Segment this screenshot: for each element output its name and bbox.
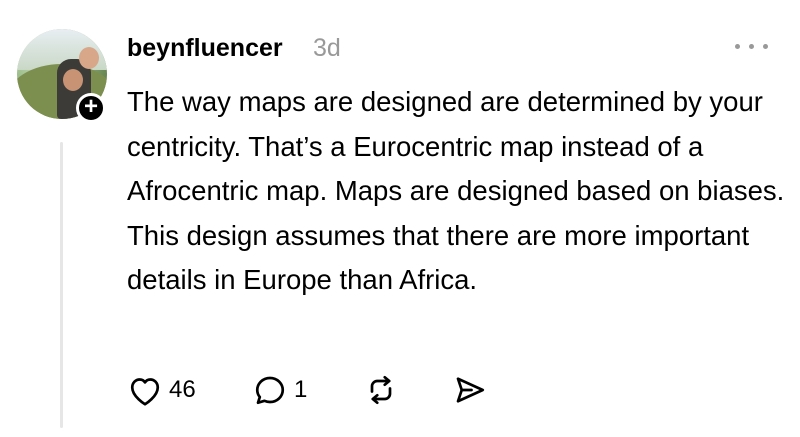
send-icon	[456, 377, 485, 403]
more-options-icon[interactable]	[733, 40, 773, 52]
heart-icon	[130, 378, 160, 406]
thread-line	[60, 142, 63, 428]
like-button[interactable]: 46	[127, 370, 196, 410]
comment-icon	[255, 376, 285, 405]
like-count: 46	[169, 376, 196, 403]
post-body: The way maps are designed are determined…	[127, 86, 785, 296]
follow-plus-icon[interactable]: +	[76, 93, 106, 123]
share-button[interactable]	[452, 370, 488, 410]
thread-post: + beynfluencer 3d The way maps are desig…	[0, 0, 800, 437]
repost-icon	[370, 375, 392, 405]
reply-button[interactable]: 1	[252, 370, 307, 410]
reply-count: 1	[294, 376, 308, 403]
repost-button[interactable]	[363, 370, 399, 410]
username[interactable]: beynfluencer	[127, 33, 283, 63]
post-time: 3d	[313, 34, 341, 62]
